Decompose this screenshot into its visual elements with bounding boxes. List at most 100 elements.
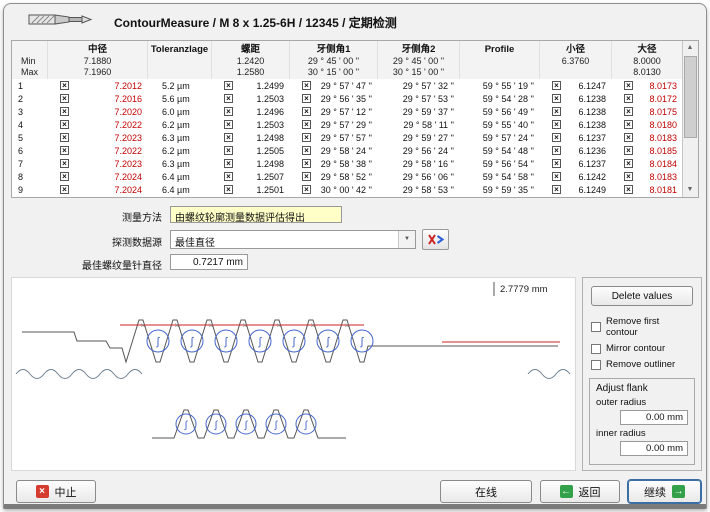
remove-outliner-checkbox[interactable]: Remove outliner: [591, 359, 693, 370]
row-checkbox[interactable]: ×: [224, 120, 233, 129]
cell-minor-diameter: × 6.1238: [540, 120, 612, 130]
cell-pitch: × 1.2503: [212, 120, 290, 130]
row-checkbox[interactable]: ×: [552, 107, 561, 116]
method-field[interactable]: 由螺纹轮廓测量数据评估得出: [170, 206, 342, 223]
remove-first-contour-checkbox[interactable]: Remove first contour: [591, 316, 693, 338]
row-checkbox[interactable]: ×: [624, 94, 633, 103]
row-checkbox[interactable]: ×: [624, 146, 633, 155]
header-label: 牙侧角1: [290, 43, 377, 56]
svg-text:∫: ∫: [223, 336, 228, 348]
row-checkbox[interactable]: ×: [624, 107, 633, 116]
source-dropdown[interactable]: 最佳直径 ▼: [170, 230, 416, 249]
table-row[interactable]: 5 × 7.2023 6.3 µm × 1.2498 × 29 ° 57 ' 5…: [12, 131, 683, 144]
row-checkbox[interactable]: ×: [624, 172, 633, 181]
measurement-table: Min Max 中径 7.1880 7.1960 Toleranzlage 螺距…: [11, 40, 699, 198]
row-checkbox[interactable]: ×: [224, 107, 233, 116]
row-checkbox[interactable]: ×: [302, 172, 311, 181]
back-button[interactable]: ← 返回: [540, 480, 620, 503]
table-row[interactable]: 4 × 7.2022 6.2 µm × 1.2503 × 29 ° 57 ' 2…: [12, 118, 683, 131]
row-checkbox[interactable]: ×: [60, 81, 69, 90]
row-checkbox[interactable]: ×: [552, 133, 561, 142]
contour-plot: ∫∫∫ ∫∫∫ ∫ ××× ××× × ∫∫∫ ∫∫ 2.7779 mm: [12, 278, 575, 470]
row-checkbox[interactable]: ×: [302, 146, 311, 155]
checkbox-box[interactable]: [591, 344, 601, 354]
row-checkbox[interactable]: ×: [302, 107, 311, 116]
table-row[interactable]: 2 × 7.2016 5.6 µm × 1.2503 × 29 ° 56 ' 3…: [12, 92, 683, 105]
row-checkbox[interactable]: ×: [60, 133, 69, 142]
pitch-diameter-value: 7.2020: [114, 107, 142, 117]
delete-values-button[interactable]: Delete values: [591, 286, 693, 306]
table-row[interactable]: 8 × 7.2024 6.4 µm × 1.2507 × 29 ° 58 ' 5…: [12, 170, 683, 183]
table-row[interactable]: 7 × 7.2023 6.3 µm × 1.2498 × 29 ° 58 ' 3…: [12, 157, 683, 170]
header-max: 7.1960: [48, 67, 147, 78]
header-min: Min: [21, 56, 47, 67]
row-checkbox[interactable]: ×: [224, 185, 233, 194]
row-checkbox[interactable]: ×: [302, 159, 311, 168]
row-checkbox[interactable]: ×: [552, 120, 561, 129]
scroll-down-icon[interactable]: ▼: [683, 183, 697, 197]
row-checkbox[interactable]: ×: [224, 172, 233, 181]
cell-pitch-diameter: × 7.2022: [48, 120, 148, 130]
row-checkbox[interactable]: ×: [302, 120, 311, 129]
row-checkbox[interactable]: ×: [224, 81, 233, 90]
profile-value: 59 ° 54 ' 48 '': [483, 146, 534, 156]
row-checkbox[interactable]: ×: [624, 133, 633, 142]
table-row[interactable]: 1 × 7.2012 5.2 µm × 1.2499 × 29 ° 57 ' 4…: [12, 79, 683, 92]
row-checkbox[interactable]: ×: [624, 159, 633, 168]
cell-flank-angle-2: 29 ° 58 ' 53 '': [378, 185, 460, 195]
row-checkbox[interactable]: ×: [552, 81, 561, 90]
row-checkbox[interactable]: ×: [60, 172, 69, 181]
row-checkbox[interactable]: ×: [552, 159, 561, 168]
row-checkbox[interactable]: ×: [552, 185, 561, 194]
row-checkbox[interactable]: ×: [552, 146, 561, 155]
checkbox-box[interactable]: [591, 322, 601, 332]
continue-button[interactable]: 继续 →: [628, 480, 701, 503]
row-checkbox[interactable]: ×: [60, 185, 69, 194]
abort-button[interactable]: × 中止: [16, 480, 96, 503]
row-checkbox[interactable]: ×: [552, 172, 561, 181]
row-checkbox[interactable]: ×: [60, 146, 69, 155]
cell-flank-angle-1: × 29 ° 56 ' 35 '': [290, 94, 378, 104]
scrollbar-thumb[interactable]: [684, 56, 697, 138]
table-row[interactable]: 3 × 7.2020 6.0 µm × 1.2496 × 29 ° 57 ' 1…: [12, 105, 683, 118]
row-checkbox[interactable]: ×: [60, 107, 69, 116]
checkbox-box[interactable]: [591, 360, 601, 370]
row-checkbox[interactable]: ×: [624, 185, 633, 194]
minor-diameter-value: 6.1238: [578, 120, 606, 130]
table-row[interactable]: 6 × 7.2022 6.2 µm × 1.2505 × 29 ° 58 ' 2…: [12, 144, 683, 157]
row-checkbox[interactable]: ×: [552, 94, 561, 103]
mirror-contour-checkbox[interactable]: Mirror contour: [591, 343, 693, 354]
cell-tolerance: 6.4 µm: [148, 185, 212, 195]
header-min: 6.3760: [540, 56, 611, 67]
cell-profile: 59 ° 54 ' 48 '': [460, 146, 540, 156]
online-button[interactable]: 在线: [440, 480, 532, 503]
table-scrollbar[interactable]: ▲ ▼: [682, 41, 698, 197]
row-checkbox[interactable]: ×: [224, 133, 233, 142]
row-checkbox[interactable]: ×: [224, 159, 233, 168]
wire-diameter-field[interactable]: 0.7217 mm: [170, 254, 248, 270]
outer-radius-field[interactable]: 0.00 mm: [620, 410, 688, 425]
row-checkbox[interactable]: ×: [60, 120, 69, 129]
inner-radius-field[interactable]: 0.00 mm: [620, 441, 688, 456]
table-row[interactable]: 9 × 7.2024 6.4 µm × 1.2501 × 30 ° 00 ' 4…: [12, 183, 683, 196]
row-checkbox[interactable]: ×: [624, 120, 633, 129]
row-checkbox[interactable]: ×: [224, 146, 233, 155]
scroll-up-icon[interactable]: ▲: [683, 41, 697, 55]
header-toleranzlage: Toleranzlage: [148, 41, 212, 79]
row-checkbox[interactable]: ×: [224, 94, 233, 103]
row-checkbox[interactable]: ×: [624, 81, 633, 90]
row-checkbox[interactable]: ×: [302, 81, 311, 90]
minor-diameter-value: 6.1249: [578, 185, 606, 195]
profile-value: 59 ° 54 ' 58 '': [483, 172, 534, 182]
recalculate-button[interactable]: [422, 229, 449, 250]
cell-major-diameter: × 8.0172: [612, 94, 683, 104]
chevron-down-icon[interactable]: ▼: [398, 231, 415, 248]
row-checkbox[interactable]: ×: [302, 94, 311, 103]
flank-angle-1-value: 29 ° 57 ' 57 '': [321, 133, 372, 143]
row-checkbox[interactable]: ×: [302, 185, 311, 194]
row-checkbox[interactable]: ×: [60, 159, 69, 168]
row-checkbox[interactable]: ×: [302, 133, 311, 142]
pitch-diameter-value: 7.2022: [114, 146, 142, 156]
cell-minor-diameter: × 6.1247: [540, 81, 612, 91]
row-checkbox[interactable]: ×: [60, 94, 69, 103]
